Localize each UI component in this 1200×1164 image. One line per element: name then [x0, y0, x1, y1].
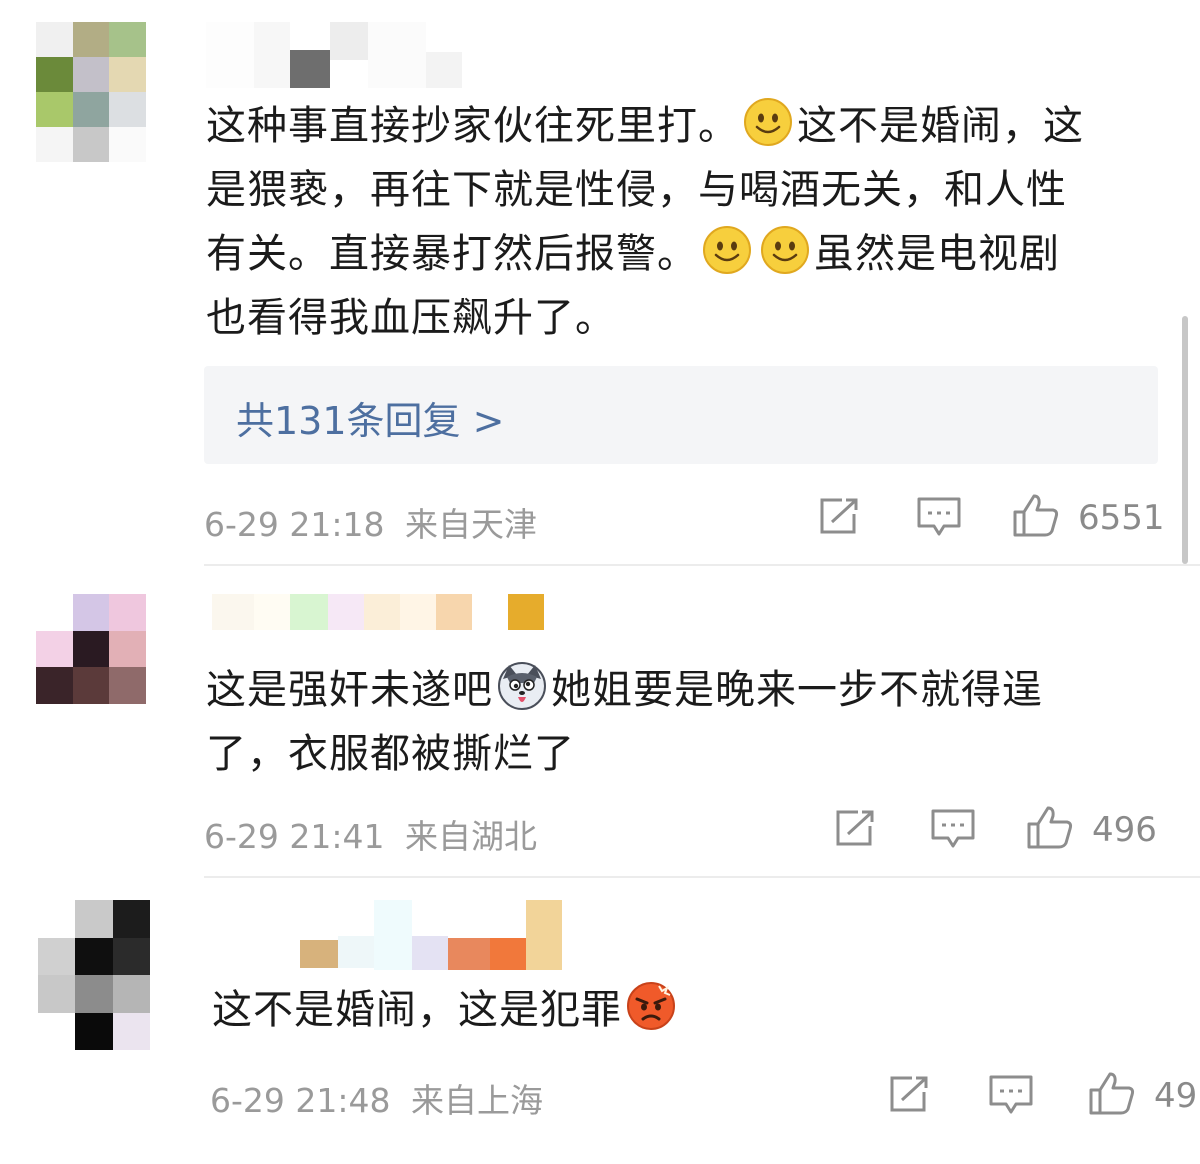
scrollbar[interactable] [1182, 316, 1188, 564]
username-blurred[interactable] [300, 900, 562, 970]
smile-emoji [743, 97, 793, 147]
username-blurred[interactable] [212, 594, 552, 630]
comment-1: 这种事直接抄家伙往死里打。 这不是婚闹，这 是猥亵，再往下就是性侵，与喝酒无关，和… [0, 0, 1200, 566]
like-count: 49 [1154, 1076, 1198, 1116]
husky-emoji [497, 661, 547, 711]
reply-summary-link[interactable]: 共131条回复 > [236, 390, 504, 445]
like-count: 496 [1092, 810, 1157, 850]
comment-meta: 6-29 21:41 来自湖北 [204, 810, 537, 858]
reply-summary-box[interactable]: 共131条回复 > [204, 366, 1158, 464]
comment-time: 6-29 21:41 [204, 817, 385, 856]
comment-location: 来自湖北 [405, 817, 537, 856]
thumbs-up-icon[interactable] [1088, 1070, 1136, 1116]
comment-icon[interactable] [988, 1074, 1034, 1116]
avatar[interactable] [36, 594, 146, 704]
comment-time: 6-29 21:48 [210, 1081, 391, 1120]
thumbs-up-icon[interactable] [1026, 804, 1074, 850]
comment-icon[interactable] [916, 496, 962, 538]
comment-text: 这种事直接抄家伙往死里打。 这不是婚闹，这 是猥亵，再往下就是性侵，与喝酒无关，和… [206, 94, 1166, 350]
username-blurred[interactable] [206, 22, 486, 88]
comment-text: 这是强奸未遂吧 她姐要是晚来一步不就得逞 了，衣服都被撕烂了 [206, 658, 1166, 786]
comment-3: 这不是婚闹，这是犯罪 6-29 21:48 来自上海 49 [0, 878, 1200, 1164]
avatar[interactable] [38, 900, 150, 1050]
avatar[interactable] [36, 22, 146, 162]
share-icon[interactable] [818, 496, 862, 536]
share-icon[interactable] [888, 1074, 932, 1114]
smile-emoji [760, 225, 810, 275]
share-icon[interactable] [834, 808, 878, 848]
comment-location: 来自上海 [411, 1081, 543, 1120]
comment-time: 6-29 21:18 [204, 505, 385, 544]
comment-icon[interactable] [930, 808, 976, 850]
comment-2: 这是强奸未遂吧 她姐要是晚来一步不就得逞 了，衣服都被撕烂了 6-29 21:41… [0, 566, 1200, 878]
like-count: 6551 [1078, 498, 1165, 538]
comment-meta: 6-29 21:48 来自上海 [210, 1074, 543, 1122]
comment-meta: 6-29 21:18 来自天津 [204, 498, 537, 546]
thumbs-up-icon[interactable] [1012, 492, 1060, 538]
smile-emoji [702, 225, 752, 275]
comment-text: 这不是婚闹，这是犯罪 [212, 978, 1172, 1042]
angry-emoji [626, 981, 676, 1031]
comment-location: 来自天津 [405, 505, 537, 544]
